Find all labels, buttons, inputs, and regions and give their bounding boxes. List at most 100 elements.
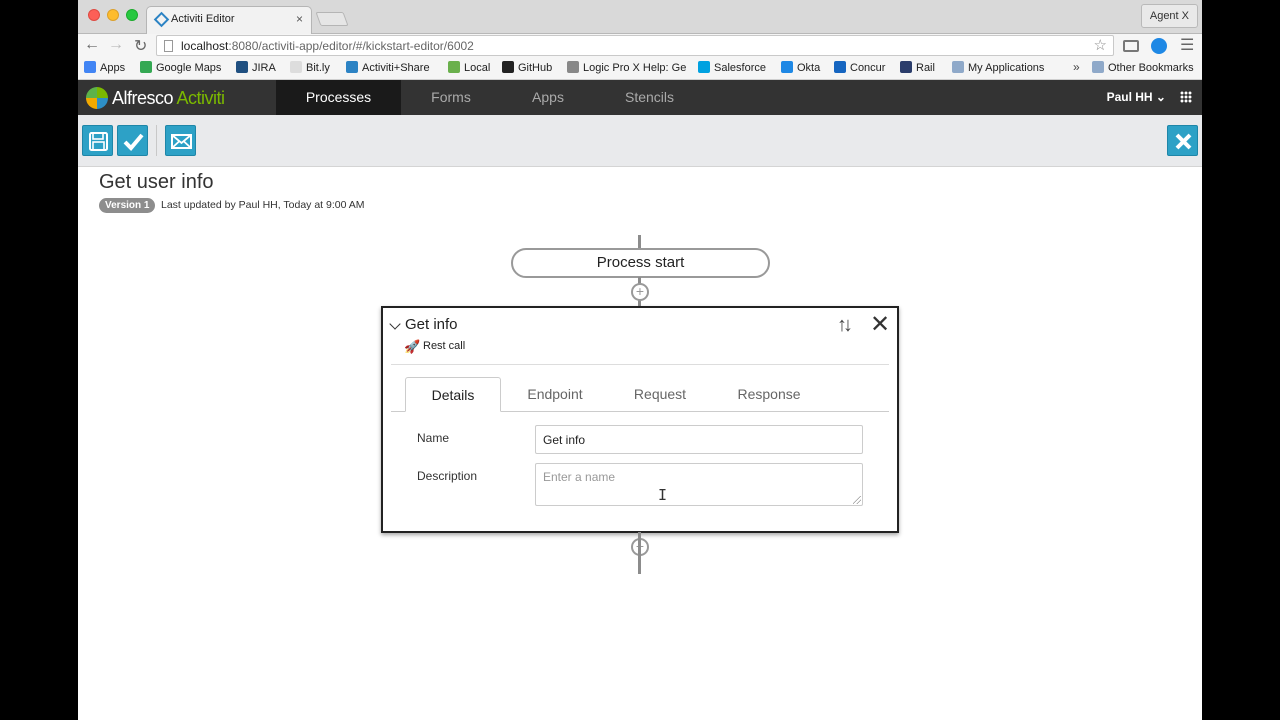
bookmark-local[interactable]: Local bbox=[448, 61, 490, 74]
profile-button[interactable]: Agent X bbox=[1140, 4, 1198, 28]
tab-request[interactable]: Request bbox=[619, 377, 701, 412]
name-label: Name bbox=[417, 431, 450, 445]
other-bookmarks-folder[interactable]: Other Bookmarks bbox=[1092, 61, 1194, 74]
description-label: Description bbox=[417, 469, 478, 483]
close-icon bbox=[1175, 133, 1192, 150]
apple-icon bbox=[567, 61, 579, 73]
minimize-window-button[interactable] bbox=[107, 9, 119, 21]
save-button[interactable] bbox=[82, 125, 113, 156]
forward-arrow-icon[interactable]: → bbox=[108, 36, 124, 54]
bookmark-concur[interactable]: Concur bbox=[834, 61, 885, 74]
envelope-icon bbox=[171, 134, 192, 149]
editor-action-bar bbox=[78, 115, 1202, 167]
page-icon bbox=[290, 61, 302, 73]
toolbar-divider bbox=[156, 125, 157, 156]
email-button[interactable] bbox=[165, 125, 196, 156]
close-editor-button[interactable] bbox=[1167, 125, 1198, 156]
step-type-label: Rest call bbox=[423, 340, 466, 352]
close-window-button[interactable] bbox=[88, 9, 100, 21]
flow-connector bbox=[638, 532, 641, 574]
bookmark-label: Logic Pro X Help: Ge bbox=[583, 62, 687, 74]
nav-tab-forms[interactable]: Forms bbox=[401, 80, 501, 115]
bookmark-jira[interactable]: JIRA bbox=[236, 61, 276, 74]
step-title[interactable]: Get info bbox=[405, 316, 458, 333]
github-icon bbox=[502, 61, 514, 73]
tab-response[interactable]: Response bbox=[721, 377, 817, 412]
chevron-down-icon[interactable] bbox=[389, 318, 401, 330]
cloud-icon bbox=[698, 61, 710, 73]
other-bookmarks-label: Other Bookmarks bbox=[1108, 62, 1194, 74]
flow-connector bbox=[638, 235, 641, 249]
nav-tab-apps[interactable]: Apps bbox=[501, 80, 595, 115]
description-textarea[interactable] bbox=[535, 463, 863, 506]
new-tab-button[interactable] bbox=[315, 12, 349, 26]
version-badge: Version 1 bbox=[99, 198, 156, 213]
leaf-icon bbox=[448, 61, 460, 73]
tab-close-icon[interactable]: × bbox=[296, 12, 303, 26]
apps-grid-icon bbox=[84, 61, 96, 73]
user-menu[interactable]: Paul HH ⌄ bbox=[1107, 90, 1166, 104]
cast-icon[interactable] bbox=[1123, 40, 1139, 52]
divider bbox=[391, 364, 889, 365]
hamburger-menu-icon[interactable]: ☰ bbox=[1180, 35, 1194, 55]
reload-icon[interactable]: ↻ bbox=[134, 36, 147, 56]
nav-tab-processes[interactable]: Processes bbox=[276, 80, 401, 120]
name-input[interactable] bbox=[535, 425, 863, 454]
more-bookmarks-chevron-icon[interactable]: » bbox=[1073, 60, 1080, 74]
app-launcher-icon[interactable] bbox=[1180, 91, 1192, 103]
bookmark-label: Salesforce bbox=[714, 62, 766, 74]
reorder-arrows-icon[interactable]: ↑↓ bbox=[837, 314, 853, 337]
bookmark-star-icon[interactable]: ☆ bbox=[1094, 36, 1107, 54]
browser-window: Activiti Editor × Agent X ← → ↻ localhos… bbox=[78, 0, 1202, 720]
tab-details[interactable]: Details bbox=[405, 377, 501, 412]
bookmark-label: Okta bbox=[797, 62, 821, 74]
close-step-icon[interactable]: ✕ bbox=[870, 310, 890, 339]
bookmark-okta[interactable]: Okta bbox=[781, 61, 820, 74]
bookmark-bit-ly[interactable]: Bit.ly bbox=[290, 61, 330, 74]
jira-icon bbox=[236, 61, 248, 73]
text-cursor-icon: I bbox=[658, 486, 668, 504]
extension-icon[interactable] bbox=[1151, 38, 1167, 54]
bookmark-logic-pro-x-help-ge[interactable]: Logic Pro X Help: Ge bbox=[567, 61, 686, 74]
rail-icon bbox=[900, 61, 912, 73]
bookmark-activiti-share[interactable]: Activiti+Share bbox=[346, 61, 430, 74]
process-start-node[interactable]: Process start bbox=[511, 248, 770, 278]
nav-tab-stencils[interactable]: Stencils bbox=[595, 80, 704, 115]
bookmark-my-applications[interactable]: My Applications bbox=[952, 61, 1044, 74]
page-icon bbox=[164, 40, 173, 52]
bookmark-apps[interactable]: Apps bbox=[84, 61, 125, 74]
back-arrow-icon[interactable]: ← bbox=[84, 36, 100, 54]
checkmark-icon bbox=[123, 133, 144, 151]
rocket-icon: 🚀 bbox=[404, 339, 421, 354]
browser-tab[interactable]: Activiti Editor × bbox=[146, 6, 312, 34]
bookmark-github[interactable]: GitHub bbox=[502, 61, 552, 74]
maps-icon bbox=[140, 61, 152, 73]
url-text[interactable]: localhost:8080/activiti-app/editor/#/kic… bbox=[181, 39, 474, 53]
browser-toolbar: ← → ↻ localhost:8080/activiti-app/editor… bbox=[78, 34, 1202, 58]
zoom-window-button[interactable] bbox=[126, 9, 138, 21]
add-step-plus-icon[interactable]: + bbox=[631, 283, 649, 301]
activiti-favicon-icon bbox=[153, 11, 170, 28]
step-card: Get info 🚀 Rest call ↑↓ ✕ Details Endpoi… bbox=[381, 306, 899, 533]
concur-icon bbox=[834, 61, 846, 73]
bookmark-label: Activiti+Share bbox=[362, 62, 430, 74]
folder-icon bbox=[952, 61, 964, 73]
bookmark-rail[interactable]: Rail bbox=[900, 61, 935, 74]
bookmarks-bar: Apps Google Maps JIRA Bit.ly Activiti+Share L… bbox=[78, 58, 1202, 80]
bookmark-label: JIRA bbox=[252, 62, 276, 74]
activiti-icon bbox=[346, 61, 358, 73]
bookmark-salesforce[interactable]: Salesforce bbox=[698, 61, 766, 74]
bookmark-label: Rail bbox=[916, 62, 935, 74]
last-updated-text: Last updated by Paul HH, Today at 9:00 A… bbox=[161, 199, 365, 211]
validate-button[interactable] bbox=[117, 125, 148, 156]
bookmark-google-maps[interactable]: Google Maps bbox=[140, 61, 221, 74]
app-header: Alfresco Activiti Processes Forms Apps S… bbox=[78, 80, 1202, 120]
tab-title: Activiti Editor bbox=[171, 13, 235, 25]
tab-endpoint[interactable]: Endpoint bbox=[511, 377, 599, 412]
page-title: Get user info bbox=[99, 171, 214, 193]
bookmark-label: Apps bbox=[100, 62, 126, 74]
address-bar[interactable]: localhost:8080/activiti-app/editor/#/kic… bbox=[156, 35, 1114, 56]
bookmark-label: Local bbox=[464, 62, 491, 74]
save-icon bbox=[89, 132, 108, 151]
logo-icon bbox=[86, 87, 108, 109]
